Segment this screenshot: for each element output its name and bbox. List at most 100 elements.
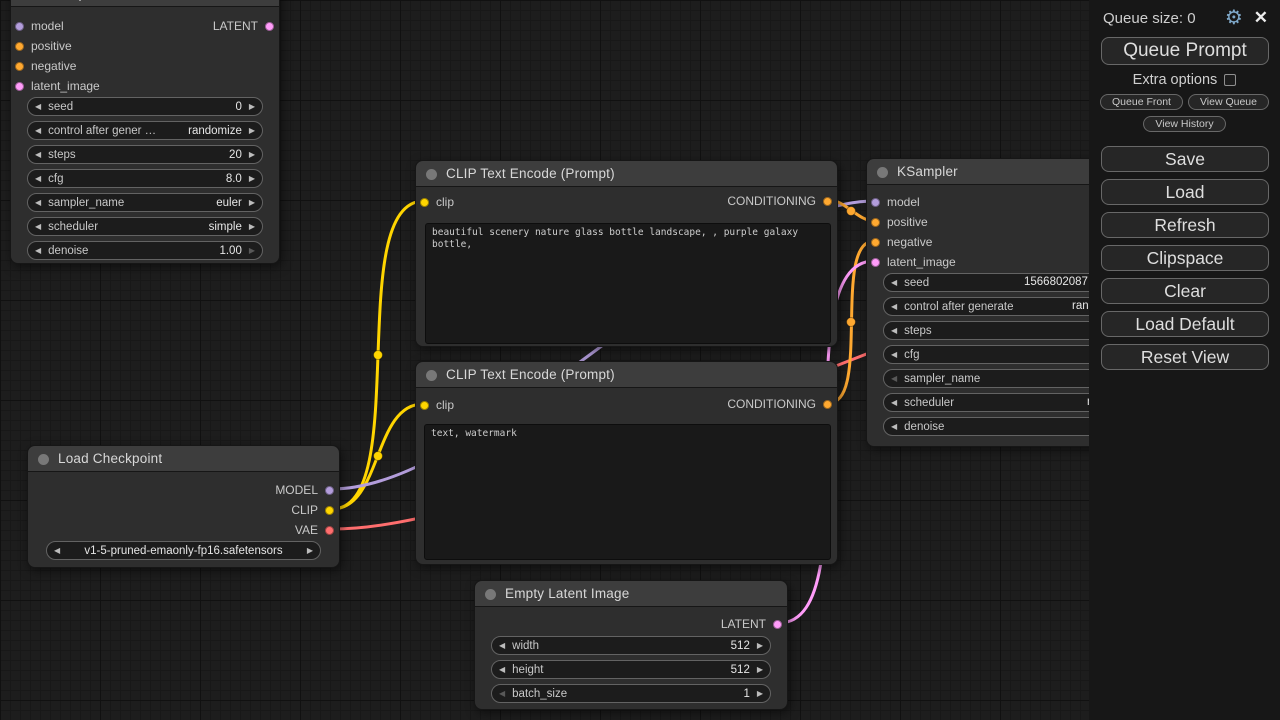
- increment-icon[interactable]: ▶: [757, 636, 763, 655]
- queue-prompt-button[interactable]: Queue Prompt: [1101, 37, 1269, 65]
- model-port-icon[interactable]: [871, 198, 880, 207]
- widget-sampler-name[interactable]: ◀ sampler_name euler ▶: [27, 193, 263, 212]
- node-clip-text-encode-positive[interactable]: CLIP Text Encode (Prompt) clip CONDITION…: [415, 160, 838, 347]
- load-button[interactable]: Load: [1101, 179, 1269, 205]
- collapse-dot-icon[interactable]: [38, 454, 49, 465]
- decrement-icon[interactable]: ◀: [35, 217, 41, 236]
- settings-gear-icon[interactable]: ⚙: [1225, 8, 1243, 28]
- queue-front-button[interactable]: Queue Front: [1100, 94, 1183, 110]
- conditioning-port-icon[interactable]: [823, 400, 832, 409]
- decrement-icon[interactable]: ◀: [35, 169, 41, 188]
- decrement-icon[interactable]: ◀: [891, 393, 897, 412]
- increment-icon[interactable]: ▶: [249, 217, 255, 236]
- node-title-bar[interactable]: CLIP Text Encode (Prompt): [415, 160, 838, 187]
- conditioning-port-icon[interactable]: [15, 42, 24, 51]
- widget-batch-size[interactable]: ◀ batch_size 1 ▶: [491, 684, 771, 703]
- decrement-icon[interactable]: ◀: [891, 345, 897, 364]
- node-load-checkpoint[interactable]: Load Checkpoint MODEL CLIP VAE ◀ v1-5-pr…: [27, 445, 340, 568]
- output-clip[interactable]: CLIP: [291, 500, 334, 520]
- clear-button[interactable]: Clear: [1101, 278, 1269, 304]
- node-empty-latent-image[interactable]: Empty Latent Image LATENT ◀ width 512 ▶ …: [474, 580, 788, 710]
- model-port-icon[interactable]: [325, 486, 334, 495]
- increment-icon[interactable]: ▶: [249, 193, 255, 212]
- conditioning-port-icon[interactable]: [871, 218, 880, 227]
- widget-steps[interactable]: ◀ steps 20 ▶: [27, 145, 263, 164]
- node-title-bar[interactable]: Load Checkpoint: [27, 445, 340, 472]
- input-positive[interactable]: positive: [871, 212, 928, 232]
- clip-port-icon[interactable]: [420, 198, 429, 207]
- decrement-icon[interactable]: ◀: [35, 97, 41, 116]
- collapse-dot-icon[interactable]: [426, 169, 437, 180]
- input-positive[interactable]: positive: [15, 36, 72, 56]
- decrement-icon[interactable]: ◀: [35, 193, 41, 212]
- widget-seed[interactable]: ◀ seed 0 ▶: [27, 97, 263, 116]
- increment-icon[interactable]: ▶: [757, 660, 763, 679]
- input-latent-image[interactable]: latent_image: [15, 76, 100, 96]
- decrement-icon[interactable]: ◀: [891, 273, 897, 292]
- input-model[interactable]: model: [871, 192, 920, 212]
- widget-ckpt-name[interactable]: ◀ v1-5-pruned-emaonly-fp16.safetensors ▶: [46, 541, 321, 560]
- widget-control-after-generate[interactable]: ◀ control after gener … randomize ▶: [27, 121, 263, 140]
- latent-port-icon[interactable]: [265, 22, 274, 31]
- prompt-textarea[interactable]: beautiful scenery nature glass bottle la…: [425, 223, 831, 344]
- node-title-bar[interactable]: CLIP Text Encode (Prompt): [415, 361, 838, 388]
- decrement-icon[interactable]: ◀: [35, 145, 41, 164]
- node-graph-canvas[interactable]: KSampler model positive negative latent_…: [0, 0, 1280, 720]
- collapse-dot-icon[interactable]: [485, 589, 496, 600]
- prompt-textarea[interactable]: text, watermark: [424, 424, 831, 560]
- output-conditioning[interactable]: CONDITIONING: [727, 394, 832, 414]
- refresh-button[interactable]: Refresh: [1101, 212, 1269, 238]
- increment-icon[interactable]: ▶: [249, 145, 255, 164]
- output-vae[interactable]: VAE: [295, 520, 334, 540]
- decrement-icon[interactable]: ◀: [891, 369, 897, 388]
- increment-icon[interactable]: ▶: [249, 169, 255, 188]
- decrement-icon[interactable]: ◀: [35, 241, 41, 260]
- output-latent[interactable]: LATENT: [721, 614, 782, 634]
- view-queue-button[interactable]: View Queue: [1188, 94, 1269, 110]
- node-title-bar[interactable]: Empty Latent Image: [474, 580, 788, 607]
- decrement-icon[interactable]: ◀: [891, 417, 897, 436]
- node-ksampler-left[interactable]: KSampler model positive negative latent_…: [10, 0, 280, 264]
- view-history-button[interactable]: View History: [1143, 116, 1225, 132]
- decrement-icon[interactable]: ◀: [891, 321, 897, 340]
- input-negative[interactable]: negative: [871, 232, 932, 252]
- input-negative[interactable]: negative: [15, 56, 76, 76]
- conditioning-port-icon[interactable]: [871, 238, 880, 247]
- latent-port-icon[interactable]: [15, 82, 24, 91]
- widget-width[interactable]: ◀ width 512 ▶: [491, 636, 771, 655]
- save-button[interactable]: Save: [1101, 146, 1269, 172]
- previous-option-icon[interactable]: ◀: [54, 541, 60, 560]
- widget-denoise[interactable]: ◀ denoise 1.00 ▶: [27, 241, 263, 260]
- increment-icon[interactable]: ▶: [757, 684, 763, 703]
- widget-height[interactable]: ◀ height 512 ▶: [491, 660, 771, 679]
- model-port-icon[interactable]: [15, 22, 24, 31]
- decrement-icon[interactable]: ◀: [499, 684, 505, 703]
- collapse-dot-icon[interactable]: [877, 167, 888, 178]
- latent-port-icon[interactable]: [871, 258, 880, 267]
- latent-port-icon[interactable]: [773, 620, 782, 629]
- conditioning-port-icon[interactable]: [15, 62, 24, 71]
- node-clip-text-encode-negative[interactable]: CLIP Text Encode (Prompt) clip CONDITION…: [415, 361, 838, 565]
- vae-port-icon[interactable]: [325, 526, 334, 535]
- close-icon[interactable]: ✕: [1254, 9, 1268, 27]
- output-model[interactable]: MODEL: [275, 480, 334, 500]
- collapse-dot-icon[interactable]: [426, 370, 437, 381]
- decrement-icon[interactable]: ◀: [35, 121, 41, 140]
- node-title-bar[interactable]: KSampler: [10, 0, 280, 7]
- input-clip[interactable]: clip: [420, 395, 454, 415]
- output-latent[interactable]: LATENT: [213, 16, 274, 36]
- increment-icon[interactable]: ▶: [249, 121, 255, 140]
- increment-icon[interactable]: ▶: [249, 241, 255, 260]
- decrement-icon[interactable]: ◀: [499, 636, 505, 655]
- reset-view-button[interactable]: Reset View: [1101, 344, 1269, 370]
- output-conditioning[interactable]: CONDITIONING: [727, 191, 832, 211]
- input-clip[interactable]: clip: [420, 192, 454, 212]
- extra-options-checkbox[interactable]: [1224, 74, 1236, 86]
- input-model[interactable]: model: [15, 16, 64, 36]
- clipspace-button[interactable]: Clipspace: [1101, 245, 1269, 271]
- decrement-icon[interactable]: ◀: [499, 660, 505, 679]
- increment-icon[interactable]: ▶: [249, 97, 255, 116]
- decrement-icon[interactable]: ◀: [891, 297, 897, 316]
- load-default-button[interactable]: Load Default: [1101, 311, 1269, 337]
- widget-scheduler[interactable]: ◀ scheduler simple ▶: [27, 217, 263, 236]
